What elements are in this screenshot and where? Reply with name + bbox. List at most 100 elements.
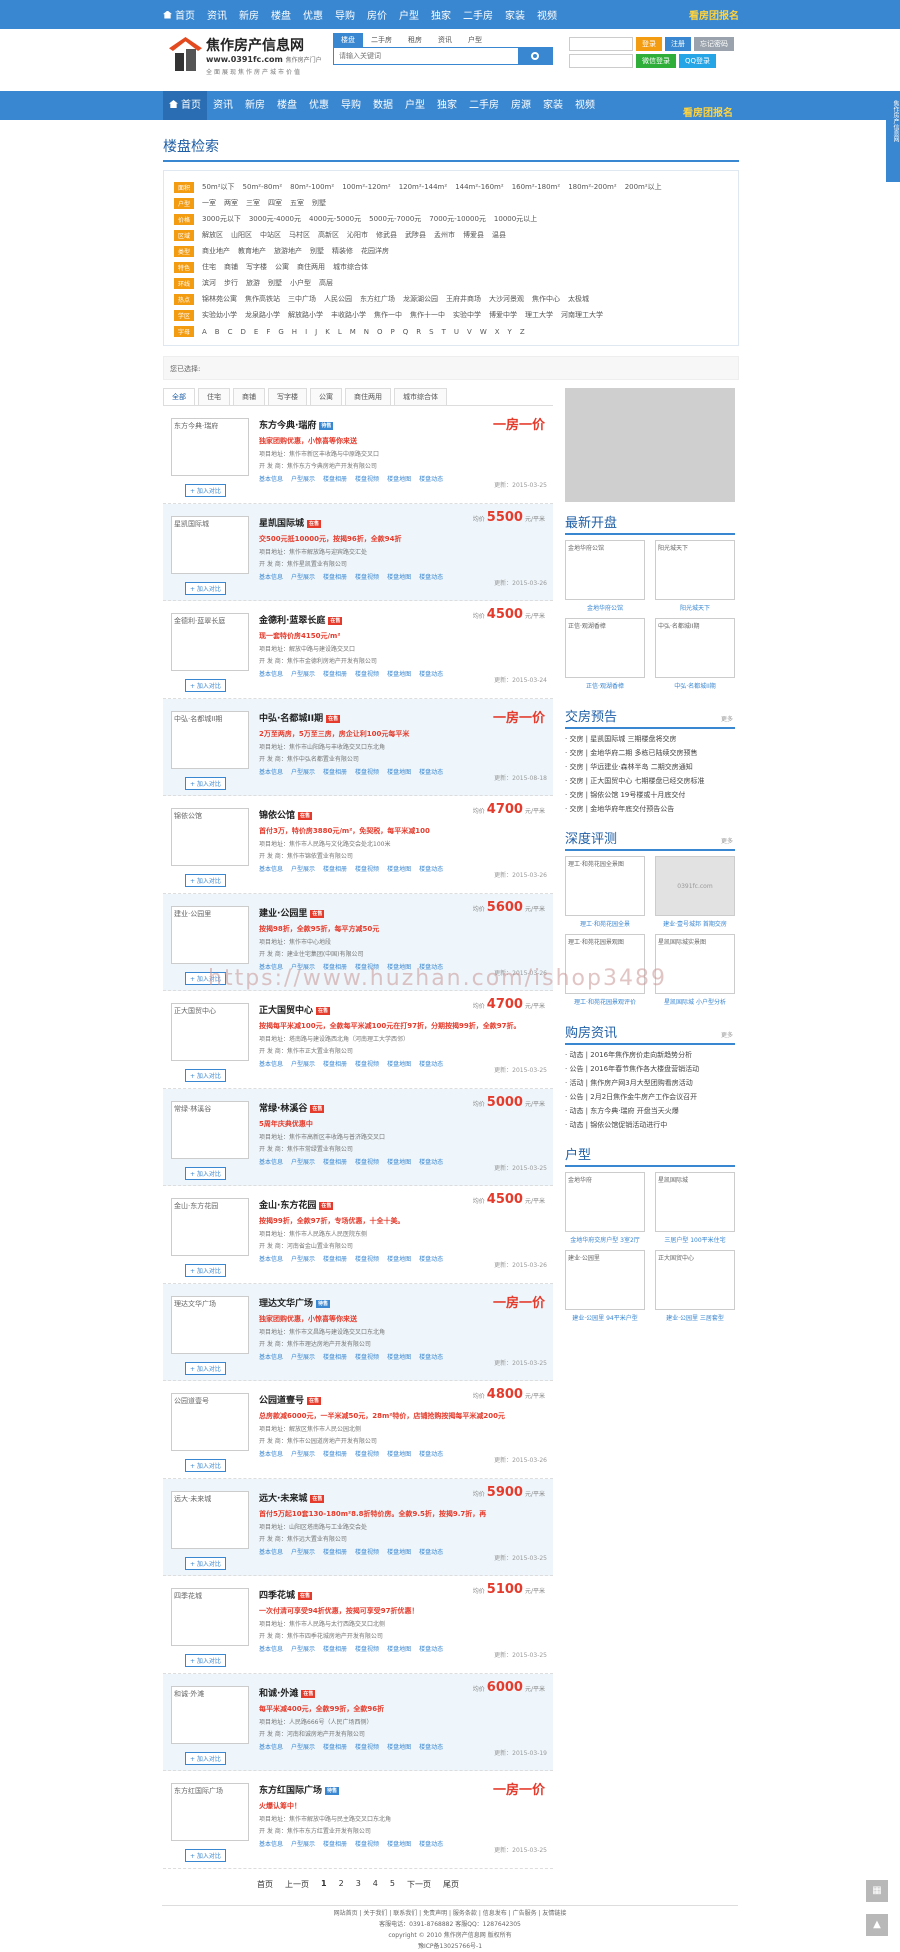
filter-option[interactable]: 大沙河景观 [489, 295, 524, 303]
listing-action-link[interactable]: 楼盘动态 [419, 572, 443, 581]
news-item[interactable]: · 公告 | 2月2日焦作金牛房产工作会议召开 [565, 1092, 735, 1106]
listing-action-link[interactable]: 楼盘地图 [387, 1352, 411, 1361]
filter-option[interactable]: 武陟县 [405, 231, 426, 239]
thumbnail-caption[interactable]: 理工·和苑花园景观评价 [565, 997, 645, 1006]
listing-action-link[interactable]: 楼盘相册 [323, 864, 347, 873]
listing-action-link[interactable]: 户型展示 [291, 1449, 315, 1458]
listing-action-link[interactable]: 楼盘相册 [323, 1644, 347, 1653]
listing-action-link[interactable]: 楼盘地图 [387, 1157, 411, 1166]
floorplan-item[interactable]: 星凯国际城 三居户型 100平米住宅 [655, 1172, 735, 1244]
thumbnail-caption[interactable]: 星凯国际城 小户型分析 [655, 997, 735, 1006]
floorplan-item[interactable]: 金地华府 金地华府交房户型 3室2厅 [565, 1172, 645, 1244]
top-nav-item[interactable]: 楼盘 [271, 7, 291, 22]
listing-action-link[interactable]: 楼盘动态 [419, 1839, 443, 1848]
filter-option[interactable]: 50m²以下 [202, 183, 235, 191]
filter-option[interactable]: 中站区 [260, 231, 281, 239]
filter-option[interactable]: 一室 [202, 199, 216, 207]
top-signup-link[interactable]: 看房团报名 [689, 7, 739, 22]
add-compare-button[interactable]: + 加入对比 [185, 1459, 226, 1472]
login-button[interactable]: 登录 [636, 37, 662, 51]
more-link[interactable]: 更多 [721, 1030, 733, 1039]
listing-action-link[interactable]: 楼盘相册 [323, 767, 347, 776]
filter-option[interactable]: C [228, 328, 233, 336]
listing-action-link[interactable]: 基本信息 [259, 1254, 283, 1263]
add-compare-button[interactable]: + 加入对比 [185, 1361, 226, 1375]
listing-action-link[interactable]: 户型展示 [291, 864, 315, 873]
listing-action-link[interactable]: 楼盘相册 [323, 1352, 347, 1361]
listing-action-link[interactable]: 楼盘视频 [355, 767, 379, 776]
filter-option[interactable]: 120m²-144m² [399, 183, 448, 191]
listing-thumbnail[interactable]: 常绿·林溪谷 [171, 1100, 249, 1159]
filter-option[interactable]: 沁阳市 [347, 231, 368, 239]
floorplan-item[interactable]: 正大国贸中心 建业·公园里 三居套型 [655, 1250, 735, 1322]
listing-action-link[interactable]: 楼盘动态 [419, 1644, 443, 1653]
filter-option[interactable]: E [254, 328, 258, 336]
filter-option[interactable]: 温县 [492, 231, 506, 239]
filter-option[interactable]: L [338, 328, 342, 336]
filter-option[interactable]: 别墅 [310, 247, 324, 255]
listing-action-link[interactable]: 楼盘相册 [323, 669, 347, 678]
listing-thumbnail[interactable]: 和诚·外滩 [171, 1685, 249, 1744]
filter-option[interactable]: 别墅 [268, 279, 282, 287]
listing-tab[interactable]: 全部 [163, 388, 195, 405]
listing-action-link[interactable]: 楼盘动态 [419, 1157, 443, 1166]
listing-action-link[interactable]: 楼盘视频 [355, 1547, 379, 1556]
main-nav-item[interactable]: 视频 [569, 91, 601, 120]
filter-option[interactable]: 160m²-180m² [512, 183, 561, 191]
top-nav-item[interactable]: 房价 [367, 7, 387, 22]
main-nav-item[interactable]: 独家 [431, 91, 463, 120]
listing-action-link[interactable]: 户型展示 [291, 572, 315, 581]
listing-action-link[interactable]: 基本信息 [259, 1742, 283, 1751]
filter-option[interactable]: 住宅 [202, 263, 216, 271]
listing-action-link[interactable]: 楼盘相册 [323, 1059, 347, 1068]
presale-item[interactable]: · 交房 | 正大国贸中心 七期楼盘已经交房标准 [565, 776, 735, 790]
listing-action-link[interactable]: 楼盘地图 [387, 572, 411, 581]
listing-action-link[interactable]: 基本信息 [259, 1644, 283, 1653]
listing-action-link[interactable]: 基本信息 [259, 1352, 283, 1361]
listing-thumbnail[interactable]: 四季花城 [171, 1588, 249, 1646]
filter-option[interactable]: 山阳区 [231, 231, 252, 239]
add-compare-button[interactable]: + 加入对比 [185, 484, 226, 497]
filter-option[interactable]: 三室 [246, 199, 260, 207]
ad-banner[interactable] [565, 388, 735, 502]
listing-action-link[interactable]: 楼盘视频 [355, 572, 379, 581]
listing-action-link[interactable]: 楼盘动态 [419, 1352, 443, 1361]
presale-item[interactable]: · 交房 | 星凯国际城 三期楼盘将交房 [565, 734, 735, 748]
listing-action-link[interactable]: 楼盘视频 [355, 1352, 379, 1361]
listing-action-link[interactable]: 楼盘相册 [323, 1547, 347, 1556]
filter-option[interactable]: Q [403, 328, 409, 336]
search-input[interactable] [334, 48, 518, 64]
filter-option[interactable]: 小户型 [290, 279, 311, 287]
filter-option[interactable]: 7000元-10000元 [429, 215, 486, 223]
filter-option[interactable]: M [350, 328, 356, 336]
filter-option[interactable]: 3000元以下 [202, 215, 241, 223]
page-link[interactable]: 上一页 [285, 1879, 309, 1890]
listing-action-link[interactable]: 楼盘视频 [355, 864, 379, 873]
listing-action-link[interactable]: 楼盘地图 [387, 1254, 411, 1263]
main-nav-item[interactable]: 楼盘 [271, 91, 303, 120]
page-link[interactable]: 下一页 [407, 1879, 431, 1890]
listing-action-link[interactable]: 户型展示 [291, 767, 315, 776]
listing-action-link[interactable]: 楼盘视频 [355, 1742, 379, 1751]
filter-option[interactable]: 解放区 [202, 231, 223, 239]
new-open-item[interactable]: 阳光城天下 阳光城天下 [655, 540, 735, 612]
listing-thumbnail[interactable]: 东方今典·瑞府 [171, 418, 249, 476]
filter-option[interactable]: 滨河 [202, 279, 216, 287]
listing-action-link[interactable]: 楼盘相册 [323, 1449, 347, 1458]
search-tab[interactable]: 楼盘 [333, 33, 363, 47]
filter-option[interactable]: 孟州市 [434, 231, 455, 239]
listing-thumbnail[interactable]: 金德利·蓝翠长庭 [171, 613, 249, 671]
listing-action-link[interactable]: 楼盘视频 [355, 1644, 379, 1653]
top-nav-item[interactable]: 视频 [537, 7, 557, 22]
page-link[interactable]: 4 [373, 1879, 378, 1890]
filter-option[interactable]: U [454, 328, 459, 336]
listing-tab[interactable]: 城市综合体 [394, 388, 447, 405]
add-compare-button[interactable]: + 加入对比 [185, 1166, 226, 1180]
thumbnail-caption[interactable]: 建业·壹号城邦 首期交房 [655, 919, 735, 928]
filter-option[interactable]: 50m²-80m² [243, 183, 283, 191]
filter-option[interactable]: D [241, 328, 246, 336]
listing-action-link[interactable]: 户型展示 [291, 1352, 315, 1361]
add-compare-button[interactable]: + 加入对比 [185, 1069, 226, 1082]
filter-option[interactable]: J [315, 328, 317, 336]
thumbnail-caption[interactable]: 金地华府公馆 [565, 603, 645, 612]
